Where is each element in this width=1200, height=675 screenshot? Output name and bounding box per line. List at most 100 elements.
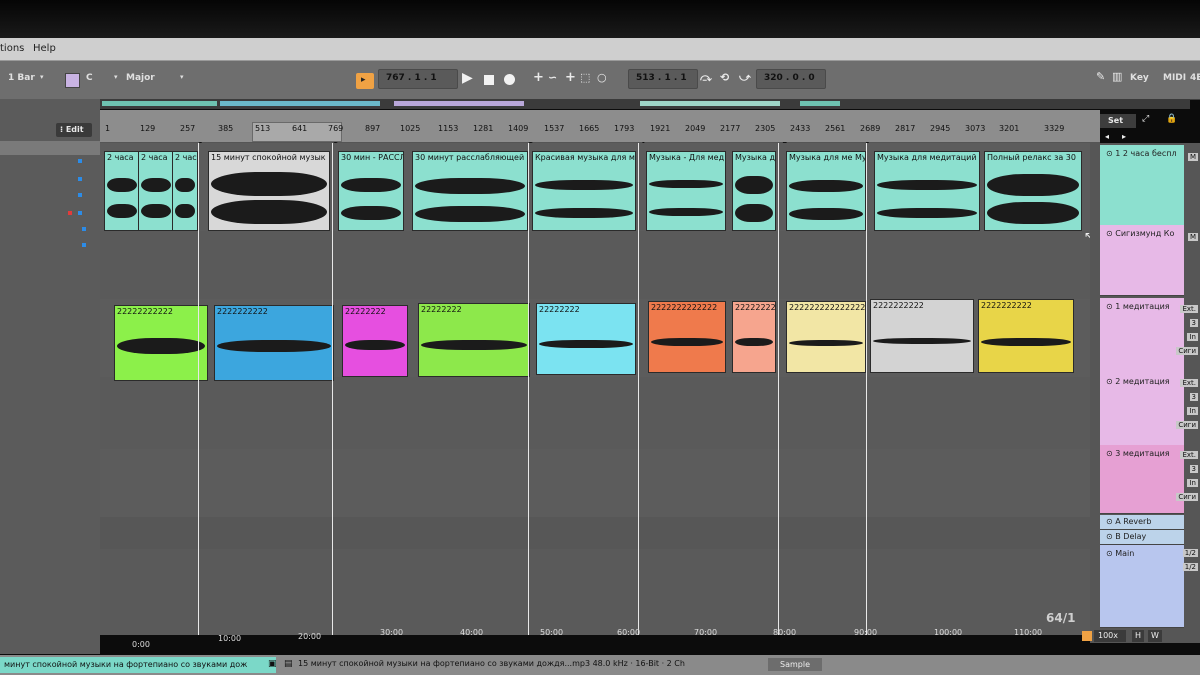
audio-clip[interactable]: 22222222 xyxy=(732,301,776,373)
scroll-left-icon[interactable]: ◂ xyxy=(1105,132,1109,141)
automation-arm-icon[interactable]: ∽ xyxy=(548,71,557,84)
track-fold-icon[interactable]: ⊙ xyxy=(1106,302,1115,311)
audio-clip[interactable]: 30 мин - РАССЛ xyxy=(338,151,404,231)
io-label[interactable]: 3 xyxy=(1189,319,1198,327)
io-label[interactable]: Сиги xyxy=(1176,421,1198,429)
session-record-icon[interactable]: ○ xyxy=(597,71,607,84)
audio-clip[interactable]: Музыка для ме Му xyxy=(786,151,866,231)
master-out-label[interactable]: 1/2 xyxy=(1182,549,1198,557)
track-name[interactable]: 3 медитация xyxy=(1115,449,1169,458)
loop-start[interactable]: 513 . 1 . 1 xyxy=(636,73,687,83)
audio-clip[interactable]: 2 часа xyxy=(104,151,140,231)
arrangement-overview[interactable] xyxy=(100,99,1190,109)
chevron-down-icon[interactable]: ▾ xyxy=(40,73,44,81)
draw-mode-icon[interactable]: ✎ xyxy=(1096,70,1105,83)
follow-button[interactable]: ▸ xyxy=(356,73,374,89)
arrangement-view[interactable]: 2 часа 2 часа 2 час 15 минут спокойной м… xyxy=(100,143,1090,635)
audio-clip[interactable]: Красивая музыка для ме xyxy=(532,151,636,231)
scale-selector[interactable]: Major xyxy=(126,73,155,83)
loop-switch-icon[interactable]: ⟲ xyxy=(720,71,729,84)
edit-button[interactable]: ⁝ Edit xyxy=(56,123,92,137)
track-lane-2[interactable] xyxy=(100,231,1090,300)
selected-row[interactable] xyxy=(0,141,100,155)
io-label[interactable]: Ext. xyxy=(1180,379,1198,387)
audio-clip[interactable]: 2222222222 xyxy=(214,305,334,381)
overdub-icon[interactable]: + xyxy=(533,70,544,85)
scale-mode-toggle[interactable] xyxy=(65,73,80,88)
audio-clip-selected[interactable]: 15 минут спокойной музык xyxy=(208,151,330,231)
expand-icon[interactable]: ⤢ xyxy=(1142,114,1149,124)
audio-clip[interactable]: 2 час xyxy=(172,151,198,231)
audio-clip[interactable]: 2222222222222 xyxy=(648,301,726,373)
io-label[interactable]: In xyxy=(1187,407,1198,415)
master-header[interactable]: ⊙ Main xyxy=(1100,545,1184,628)
audio-clip[interactable]: 22222222 xyxy=(536,303,636,375)
track-name[interactable]: A Reverb xyxy=(1115,517,1151,526)
io-label[interactable]: 3 xyxy=(1189,393,1198,401)
scroll-right-icon[interactable]: ▸ xyxy=(1122,132,1126,141)
re-enable-automation-icon[interactable]: + xyxy=(565,70,576,85)
io-label[interactable]: M xyxy=(1187,153,1198,161)
key-root-selector[interactable]: C xyxy=(86,73,93,83)
audio-clip[interactable]: 22222222 xyxy=(418,303,530,377)
track-fold-icon[interactable]: ⊙ xyxy=(1106,549,1115,558)
chevron-down-icon[interactable]: ▾ xyxy=(180,73,184,81)
song-position[interactable]: 767 . 1 . 1 xyxy=(386,73,437,83)
audio-clip[interactable]: 2222222222 xyxy=(870,299,974,373)
track-fold-icon[interactable]: ⊙ xyxy=(1106,377,1115,386)
track-header-3[interactable]: ⊙ 1 медитация xyxy=(1100,298,1184,374)
return-lane-b[interactable] xyxy=(100,533,1090,550)
track-name[interactable]: 1 медитация xyxy=(1115,302,1169,311)
record-button[interactable] xyxy=(504,74,515,85)
return-lane-a[interactable] xyxy=(100,517,1090,534)
master-out-label[interactable]: 1/2 xyxy=(1182,563,1198,571)
track-header-1[interactable]: ⊙ 1 2 часа беспл xyxy=(1100,145,1184,226)
audio-clip[interactable]: 222222222222222 xyxy=(786,301,866,373)
key-map-button[interactable]: Key xyxy=(1130,73,1149,83)
punch-in-icon[interactable]: ⤼ xyxy=(700,71,712,85)
io-label[interactable]: In xyxy=(1187,333,1198,341)
track-fold-icon[interactable]: ⊙ xyxy=(1106,149,1115,158)
menu-options[interactable]: tions xyxy=(0,43,24,54)
computer-keyboard-icon[interactable]: ▥ xyxy=(1112,70,1122,83)
metronome-icon[interactable] xyxy=(1082,631,1092,641)
midi-map-button[interactable]: MIDI xyxy=(1163,73,1186,83)
h-button[interactable]: H xyxy=(1132,630,1144,642)
track-name[interactable]: Main xyxy=(1115,549,1134,558)
track-name[interactable]: Сигизмунд Ко xyxy=(1115,229,1174,238)
io-label[interactable]: Ext. xyxy=(1180,305,1198,313)
audio-clip[interactable]: 22222222 xyxy=(342,305,408,377)
track-name[interactable]: 2 медитация xyxy=(1115,377,1169,386)
w-button[interactable]: W xyxy=(1148,630,1162,642)
audio-clip[interactable]: 2 часа xyxy=(138,151,174,231)
track-lane-4[interactable] xyxy=(100,377,1090,450)
chevron-down-icon[interactable]: ▾ xyxy=(114,73,118,81)
track-lane-5[interactable] xyxy=(100,449,1090,518)
zoom-display[interactable]: 100x xyxy=(1094,630,1126,642)
return-header-b[interactable]: ⊙ B Delay xyxy=(1100,530,1184,545)
lock-icon[interactable]: 🔒 xyxy=(1166,114,1177,124)
track-fold-icon[interactable]: ⊙ xyxy=(1106,532,1115,541)
track-header-2[interactable]: ⊙ Сигизмунд Ко xyxy=(1100,225,1184,296)
io-label[interactable]: Сиги xyxy=(1176,493,1198,501)
quantize-menu[interactable]: 1 Bar xyxy=(8,73,35,83)
track-fold-icon[interactable]: ⊙ xyxy=(1106,517,1115,526)
audio-clip[interactable]: Музыка - Для мед xyxy=(646,151,726,231)
track-header-5[interactable]: ⊙ 3 медитация xyxy=(1100,445,1184,514)
audio-clip[interactable]: Полный релакс за 30 xyxy=(984,151,1082,231)
io-label[interactable]: M xyxy=(1187,233,1198,241)
audio-clip[interactable]: 22222222222 xyxy=(114,305,208,381)
track-name[interactable]: 1 2 часа беспл xyxy=(1115,149,1176,158)
audio-clip[interactable]: 30 минут расслабляющей м xyxy=(412,151,528,231)
track-name[interactable]: B Delay xyxy=(1115,532,1146,541)
io-label[interactable]: 3 xyxy=(1189,465,1198,473)
io-label[interactable]: In xyxy=(1187,479,1198,487)
track-fold-icon[interactable]: ⊙ xyxy=(1106,229,1115,238)
audio-clip[interactable]: Музыка д xyxy=(732,151,776,231)
set-button[interactable]: Set xyxy=(1100,114,1136,128)
clip-view-icon[interactable]: ▣ xyxy=(268,659,277,669)
audio-clip[interactable]: Музыка для медитаций xyxy=(874,151,980,231)
track-fold-icon[interactable]: ⊙ xyxy=(1106,449,1115,458)
stop-button[interactable] xyxy=(484,75,494,85)
loop-length[interactable]: 320 . 0 . 0 xyxy=(764,73,815,83)
